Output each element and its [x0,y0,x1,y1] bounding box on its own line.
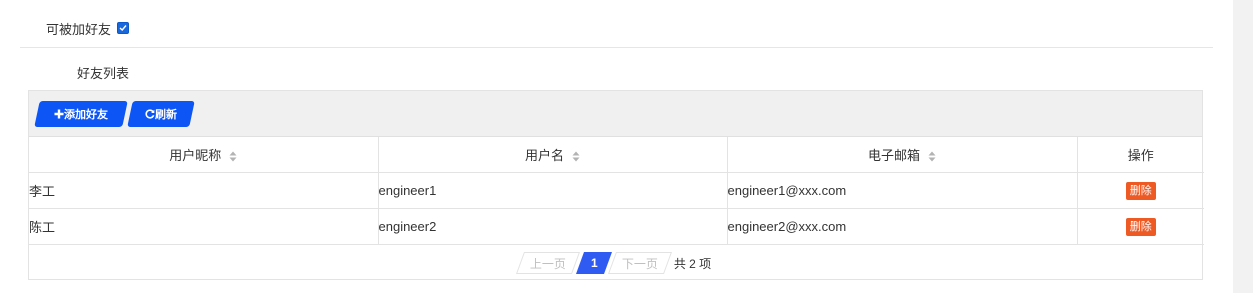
check-icon [119,25,127,32]
column-header-username[interactable]: 用户名 [378,137,728,173]
sort-icon[interactable] [229,151,237,162]
refresh-button[interactable]: 刷新 [127,101,195,127]
add-friend-button[interactable]: 添加好友 [34,101,128,127]
column-header-label: 操作 [1127,148,1154,163]
cell-email: engineer1@xxx.com [727,172,1078,209]
allow-friend-setting: 可被加好友 [46,18,130,38]
current-page-label: 1 [590,256,598,270]
column-header-actions: 操作 [1077,137,1204,173]
cell-actions: 删除 [1077,208,1204,245]
plus-icon [54,109,64,119]
delete-button[interactable]: 删除 [1125,181,1156,200]
friend-list-panel: 添加好友 刷新 用户昵称 用户名 电子邮箱 操作 李工 engineer1 en… [28,90,1204,280]
cell-nickname: 陈工 [29,208,379,245]
divider [20,47,1213,48]
column-header-nickname[interactable]: 用户昵称 [29,137,379,173]
refresh-icon [145,109,155,119]
next-page-label: 下一页 [621,256,658,271]
add-friend-label: 添加好友 [64,109,108,121]
column-header-label: 电子邮箱 [867,148,920,163]
table-row: 李工 engineer1 engineer1@xxx.com 删除 [29,172,1204,209]
total-count: 共 2 项 [673,256,712,271]
cell-email: engineer2@xxx.com [727,208,1078,245]
section-title: 好友列表 [77,66,130,81]
pagination: 上一页 1 下一页 共 2 项 [29,246,1202,280]
column-header-label: 用户昵称 [169,148,222,163]
prev-page-button[interactable]: 上一页 [515,252,580,274]
cell-username: engineer1 [378,172,728,209]
allow-friend-checkbox[interactable] [117,22,130,34]
table-row: 陈工 engineer2 engineer2@xxx.com 删除 [29,208,1204,245]
page-1-button[interactable]: 1 [575,252,612,274]
cell-username: engineer2 [378,208,728,245]
cell-nickname: 李工 [29,172,379,209]
cell-actions: 删除 [1077,172,1204,209]
toolbar: 添加好友 刷新 [29,91,1202,137]
friend-table: 用户昵称 用户名 电子邮箱 操作 李工 engineer1 engineer1@… [29,137,1204,245]
right-gutter [1233,0,1253,293]
next-page-button[interactable]: 下一页 [607,252,672,274]
sort-icon[interactable] [928,151,936,162]
column-header-email[interactable]: 电子邮箱 [727,137,1078,173]
allow-friend-label: 可被加好友 [46,21,112,37]
sort-icon[interactable] [572,151,580,162]
refresh-label: 刷新 [155,109,177,121]
table-header-row: 用户昵称 用户名 电子邮箱 操作 [29,137,1204,173]
column-header-label: 用户名 [524,148,564,163]
delete-button[interactable]: 删除 [1125,217,1156,236]
prev-page-label: 上一页 [529,256,566,271]
